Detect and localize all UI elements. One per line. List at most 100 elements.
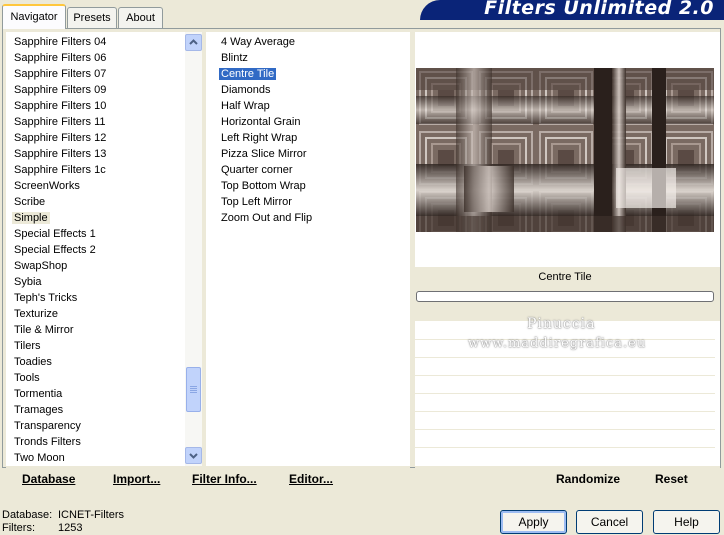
- status-filters-value: 1253: [58, 522, 83, 534]
- status-database-value: ICNET-Filters: [58, 509, 124, 521]
- category-item[interactable]: Tilers: [12, 338, 42, 354]
- scroll-thumb[interactable]: [186, 367, 201, 412]
- status-filters-label: Filters:: [2, 522, 35, 534]
- tab-about[interactable]: About: [118, 7, 163, 28]
- slider-row-7[interactable]: [415, 447, 715, 448]
- help-button[interactable]: Help: [653, 510, 720, 534]
- category-item-label: Tilers: [14, 340, 41, 352]
- category-item-label: Tile & Mirror: [14, 324, 74, 336]
- category-item-label: ScreenWorks: [14, 180, 80, 192]
- category-item-label: Sapphire Filters 06: [14, 52, 107, 64]
- category-item[interactable]: Sapphire Filters 10: [12, 98, 108, 114]
- filter-item-label: 4 Way Average: [221, 36, 295, 48]
- filter-item-label: Diamonds: [221, 84, 271, 96]
- category-item-label: Tramages: [14, 404, 64, 416]
- category-item[interactable]: Sapphire Filters 04: [12, 34, 108, 50]
- category-item[interactable]: Simple: [12, 210, 50, 226]
- category-item[interactable]: Two Moon: [12, 450, 67, 466]
- slider-row-3[interactable]: [415, 375, 715, 376]
- filter-item[interactable]: Half Wrap: [219, 98, 272, 114]
- category-item-label: Sapphire Filters 12: [14, 132, 107, 144]
- category-item[interactable]: Sapphire Filters 13: [12, 146, 108, 162]
- filter-item[interactable]: Top Left Mirror: [219, 194, 294, 210]
- filter-item[interactable]: Centre Tile: [219, 66, 277, 82]
- slider-row-6[interactable]: [415, 429, 715, 430]
- category-item[interactable]: Sapphire Filters 06: [12, 50, 108, 66]
- filter-info-link[interactable]: Filter Info...: [192, 472, 257, 486]
- category-item[interactable]: SwapShop: [12, 258, 69, 274]
- category-item-label: Sapphire Filters 11: [14, 116, 106, 128]
- reset-button[interactable]: Reset: [655, 472, 688, 486]
- category-item-label: Sapphire Filters 10: [14, 100, 107, 112]
- category-item[interactable]: Tramages: [12, 402, 65, 418]
- category-item-label: Texturize: [14, 308, 59, 320]
- filter-item-label: Left Right Wrap: [221, 132, 298, 144]
- category-item[interactable]: Scribe: [12, 194, 47, 210]
- database-link[interactable]: Database: [22, 472, 75, 486]
- tab-presets[interactable]: Presets: [67, 7, 117, 28]
- category-item[interactable]: Toadies: [12, 354, 54, 370]
- banner-title: Filters Unlimited 2.0: [484, 0, 714, 19]
- status-filters: Filters: 1253: [2, 522, 82, 535]
- category-item[interactable]: Tronds Filters: [12, 434, 83, 450]
- filter-item-label: Top Left Mirror: [221, 196, 292, 208]
- apply-button[interactable]: Apply: [500, 510, 567, 534]
- randomize-button[interactable]: Randomize: [556, 472, 620, 486]
- category-item[interactable]: Tile & Mirror: [12, 322, 75, 338]
- category-item-label: Tormentia: [14, 388, 63, 400]
- category-item-label: Transparency: [14, 420, 81, 432]
- category-item-label: Toadies: [14, 356, 52, 368]
- category-item-label: Simple: [12, 212, 50, 224]
- editor-link[interactable]: Editor...: [289, 472, 333, 486]
- filter-item[interactable]: 4 Way Average: [219, 34, 297, 50]
- scroll-down-button[interactable]: [185, 447, 202, 464]
- category-item-label: Sapphire Filters 13: [14, 148, 107, 160]
- category-item[interactable]: Texturize: [12, 306, 60, 322]
- filter-item-label: Top Bottom Wrap: [221, 180, 306, 192]
- filter-item[interactable]: Pizza Slice Mirror: [219, 146, 309, 162]
- chevron-up-icon: [189, 39, 198, 45]
- cancel-button[interactable]: Cancel: [576, 510, 643, 534]
- category-item[interactable]: Sapphire Filters 11: [12, 114, 108, 130]
- filter-item[interactable]: Left Right Wrap: [219, 130, 299, 146]
- watermark-name: Pinuccia: [527, 316, 596, 332]
- filter-item[interactable]: Horizontal Grain: [219, 114, 302, 130]
- filter-item-label: Zoom Out and Flip: [221, 212, 313, 224]
- category-item[interactable]: Special Effects 1: [12, 226, 98, 242]
- filter-item-label: Horizontal Grain: [221, 116, 301, 128]
- category-item[interactable]: Sapphire Filters 1c: [12, 162, 108, 178]
- category-item[interactable]: Sapphire Filters 12: [12, 130, 108, 146]
- slider-row-5[interactable]: [415, 411, 715, 412]
- category-item[interactable]: Tormentia: [12, 386, 64, 402]
- chevron-down-icon: [189, 453, 198, 459]
- category-item-label: Tronds Filters: [14, 436, 81, 448]
- status-database: Database: ICNET-Filters: [2, 509, 124, 522]
- category-item[interactable]: Tools: [12, 370, 42, 386]
- filter-item[interactable]: Quarter corner: [219, 162, 295, 178]
- preview-filter-name: Centre Tile: [538, 271, 592, 283]
- import-link[interactable]: Import...: [113, 472, 160, 486]
- category-scrollbar[interactable]: [185, 32, 202, 466]
- category-item[interactable]: Sybia: [12, 274, 44, 290]
- category-item[interactable]: Transparency: [12, 418, 83, 434]
- category-item[interactable]: Sapphire Filters 07: [12, 66, 108, 82]
- filter-item[interactable]: Top Bottom Wrap: [219, 178, 308, 194]
- category-item-label: Teph's Tricks: [14, 292, 78, 304]
- filter-item[interactable]: Blintz: [219, 50, 250, 66]
- category-item[interactable]: Special Effects 2: [12, 242, 98, 258]
- slider-row-4[interactable]: [415, 393, 715, 394]
- category-item[interactable]: Teph's Tricks: [12, 290, 79, 306]
- category-item-label: Sapphire Filters 1c: [14, 164, 106, 176]
- tab-navigator[interactable]: Navigator: [2, 4, 66, 29]
- category-item-label: Sybia: [14, 276, 42, 288]
- category-item[interactable]: ScreenWorks: [12, 178, 82, 194]
- slider-row-2[interactable]: [415, 357, 715, 358]
- category-item-label: Two Moon: [14, 452, 65, 464]
- scroll-up-button[interactable]: [185, 34, 202, 51]
- category-item[interactable]: Sapphire Filters 09: [12, 82, 108, 98]
- category-item-label: Sapphire Filters 09: [14, 84, 107, 96]
- category-item-label: Sapphire Filters 07: [14, 68, 107, 80]
- filter-item-label: Half Wrap: [221, 100, 270, 112]
- filter-item[interactable]: Diamonds: [219, 82, 273, 98]
- filter-item[interactable]: Zoom Out and Flip: [219, 210, 314, 226]
